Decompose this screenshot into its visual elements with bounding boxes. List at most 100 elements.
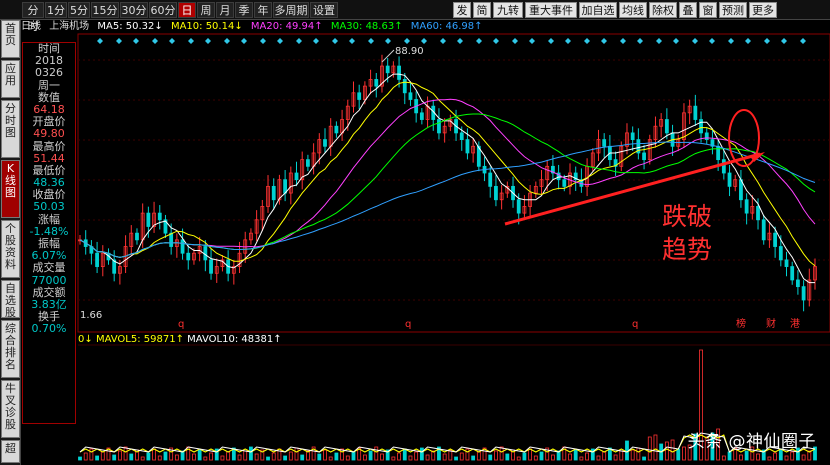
candle-body bbox=[756, 206, 760, 221]
volume-bar bbox=[351, 451, 356, 461]
candle-body bbox=[459, 132, 464, 140]
volume-bar bbox=[380, 453, 384, 461]
data-label-8: 涨幅 bbox=[38, 212, 60, 226]
data-value-4: 49.80 bbox=[33, 127, 65, 141]
diamond-marker bbox=[188, 38, 194, 44]
volume-bar bbox=[414, 451, 419, 461]
volume-bar bbox=[476, 451, 481, 461]
volume-bar bbox=[391, 456, 396, 461]
volume-bar bbox=[756, 453, 760, 461]
volume-bar bbox=[533, 455, 538, 461]
candle-body bbox=[778, 246, 783, 261]
diamond-marker bbox=[692, 38, 698, 44]
volume-bar bbox=[157, 455, 162, 461]
candle-body bbox=[374, 79, 379, 87]
diamond-marker bbox=[421, 38, 427, 44]
volume-bar bbox=[152, 448, 156, 461]
candle-body bbox=[801, 286, 806, 301]
candle-body bbox=[283, 179, 288, 194]
diamond-marker bbox=[709, 38, 715, 44]
candle-body bbox=[157, 212, 162, 221]
volume-bar bbox=[129, 453, 134, 461]
volume-bar bbox=[773, 452, 778, 461]
kline-app: { "toolbar": { "period_tabs": ["分时","1分"… bbox=[0, 0, 830, 465]
diamond-marker bbox=[745, 38, 751, 44]
diamond-marker bbox=[116, 38, 122, 44]
low-price-label: 1.66 bbox=[80, 310, 102, 321]
volume-bar bbox=[243, 450, 248, 461]
volume-bar bbox=[140, 456, 145, 461]
candle-body bbox=[323, 139, 327, 147]
volume-bar bbox=[602, 451, 607, 461]
data-label-2: 周一 bbox=[38, 78, 60, 92]
volume-bar bbox=[283, 455, 288, 461]
candle-body bbox=[294, 172, 299, 181]
volume-bar bbox=[294, 447, 299, 461]
trend-line bbox=[504, 152, 761, 226]
volume-bar bbox=[368, 450, 373, 461]
volume-bar bbox=[323, 449, 327, 461]
candle-body bbox=[209, 259, 213, 274]
diamond-marker bbox=[637, 38, 643, 44]
data-value-12: 0.70% bbox=[31, 322, 67, 336]
candle-body bbox=[704, 132, 709, 140]
candle-body bbox=[494, 185, 498, 201]
data-value-7: 50.03 bbox=[33, 200, 65, 214]
candle-body bbox=[721, 159, 726, 174]
volume-bar bbox=[522, 452, 527, 461]
candle-body bbox=[146, 212, 151, 227]
volume-bar bbox=[442, 453, 447, 461]
volume-bar bbox=[146, 452, 151, 461]
candle-body bbox=[465, 139, 470, 154]
candle-body bbox=[488, 172, 493, 187]
volume-bar bbox=[89, 448, 94, 461]
candle-body bbox=[357, 92, 362, 100]
candle-body bbox=[397, 65, 401, 80]
high-price-label: 88.90 bbox=[395, 46, 424, 57]
candle-body bbox=[664, 119, 669, 134]
price-panel-frame bbox=[77, 33, 830, 333]
volume-bar bbox=[642, 456, 646, 461]
volume-bar bbox=[100, 451, 105, 461]
candle-body bbox=[699, 119, 703, 134]
volume-bar bbox=[488, 454, 493, 461]
volume-indicator-bar: 0↓ MAVOL5: 59871↑ MAVOL10: 48381↑ bbox=[78, 333, 282, 346]
candle-body bbox=[186, 252, 191, 261]
volume-bar bbox=[744, 450, 749, 461]
candle-body bbox=[602, 139, 607, 147]
volume-bar bbox=[95, 455, 99, 461]
diamond-marker bbox=[152, 38, 158, 44]
diamond-marker bbox=[440, 38, 446, 44]
candle-body bbox=[642, 152, 646, 161]
candle-body bbox=[402, 79, 407, 94]
volume-bar bbox=[494, 450, 498, 461]
volume-bar bbox=[596, 455, 601, 461]
volume-bar bbox=[112, 454, 117, 461]
candle-body bbox=[271, 185, 276, 201]
diamond-marker bbox=[296, 38, 302, 44]
volume-bar bbox=[271, 452, 276, 461]
candle-body bbox=[419, 112, 424, 120]
volume-bar bbox=[334, 452, 339, 461]
candle-body bbox=[306, 159, 310, 167]
event-marker-4: 财 bbox=[766, 317, 776, 330]
diamond-marker bbox=[620, 38, 626, 44]
volume-bar bbox=[630, 449, 635, 461]
volume-bar bbox=[117, 450, 122, 461]
volume-bar bbox=[551, 454, 555, 461]
mavol5-value: MAVOL5: 59871↑ bbox=[95, 334, 184, 345]
volume-bar bbox=[249, 446, 253, 461]
candle-body bbox=[516, 199, 521, 214]
diamond-marker bbox=[277, 38, 283, 44]
volume-bar bbox=[790, 451, 795, 461]
diamond-marker bbox=[404, 38, 410, 44]
volume-bar bbox=[664, 441, 669, 461]
volume-bar bbox=[454, 456, 458, 461]
volume-bar bbox=[237, 454, 242, 461]
candle-body bbox=[95, 252, 99, 267]
candle-body bbox=[784, 259, 789, 267]
volume-bar bbox=[408, 455, 413, 461]
volume-bar bbox=[579, 456, 584, 461]
volume-bar bbox=[328, 456, 333, 461]
volume-bar bbox=[721, 455, 726, 461]
